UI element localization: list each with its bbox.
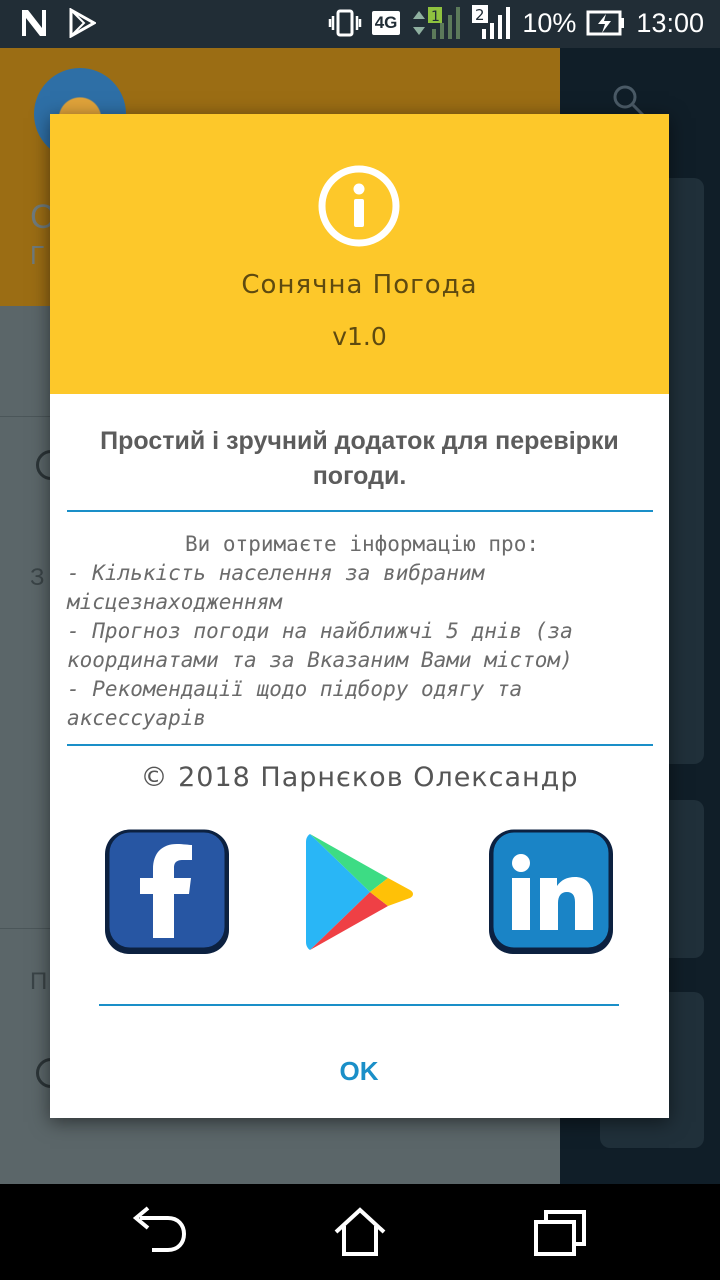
- app-version: v1.0: [332, 322, 387, 351]
- features-list: Ви отримаєте інформацію про: - Кількість…: [67, 530, 657, 733]
- dialog-header: Сонячна Погода v1.0: [50, 114, 669, 394]
- network-type-badge: 4G: [371, 11, 401, 35]
- divider-top: [67, 510, 653, 512]
- drawer-header-subtitle: Г: [30, 240, 45, 270]
- status-bar: 4G 1 2 10% 13:00: [0, 0, 720, 48]
- ok-button[interactable]: OK: [309, 1046, 409, 1096]
- linkedin-icon[interactable]: [486, 826, 616, 960]
- about-dialog: Сонячна Погода v1.0 Простий і зручний до…: [50, 114, 669, 1118]
- feature-item: - Прогноз погоди на найближчі 5 днів (за…: [67, 619, 573, 672]
- notification-n-icon: [20, 8, 48, 38]
- drawer-section-label: З: [30, 564, 45, 591]
- navigation-bar: [0, 1184, 720, 1280]
- app-tagline: Простий і зручний додаток для перевірки …: [100, 427, 619, 490]
- svg-text:2: 2: [475, 6, 485, 24]
- drawer-section-label-2: П: [30, 968, 48, 995]
- feature-item: - Кількість населення за вибраним місцез…: [67, 561, 485, 614]
- google-play-icon[interactable]: [300, 830, 420, 958]
- play-store-notification-icon: [68, 8, 96, 38]
- divider-middle: [67, 744, 653, 746]
- vibrate-icon: [328, 8, 362, 38]
- copyright-text: © 2018 Парнєков Олександр: [140, 762, 579, 793]
- battery-charging-icon: [586, 10, 626, 36]
- back-icon[interactable]: [130, 1204, 188, 1264]
- signal-sim1-icon: 1: [410, 5, 462, 41]
- divider-bottom: [99, 1004, 619, 1006]
- signal-sim2-icon: 2: [472, 5, 512, 41]
- feature-item: - Рекомендації щодо підбору одягу та акс…: [67, 677, 523, 730]
- app-title: Сонячна Погода: [241, 270, 478, 300]
- battery-percent: 10%: [522, 7, 577, 38]
- features-intro: Ви отримаєте інформацію про:: [184, 532, 539, 556]
- recents-icon[interactable]: [530, 1204, 590, 1264]
- svg-text:1: 1: [431, 9, 440, 25]
- clock: 13:00: [636, 7, 704, 38]
- home-icon[interactable]: [330, 1204, 390, 1264]
- info-icon: [317, 164, 401, 252]
- facebook-icon[interactable]: [102, 826, 232, 960]
